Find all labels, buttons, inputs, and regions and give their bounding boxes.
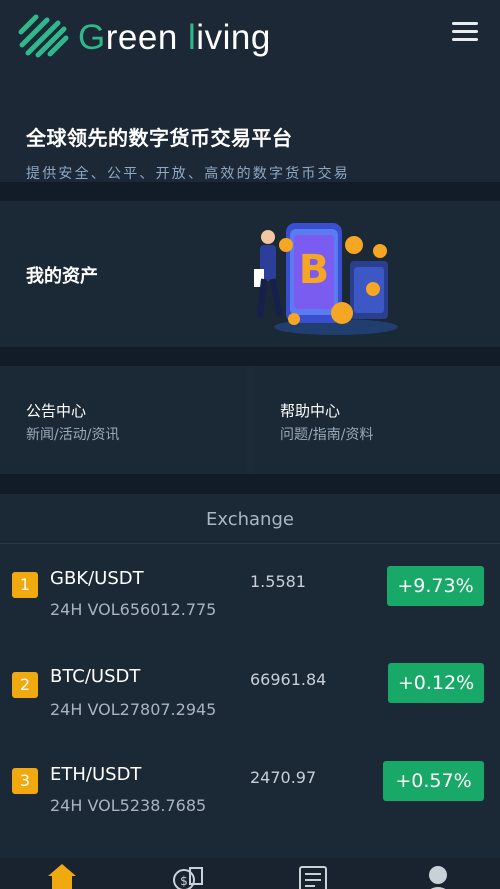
rank-badge: 2 [12, 672, 38, 698]
hamburger-icon[interactable] [452, 22, 478, 44]
home-icon [48, 864, 76, 889]
section-divider [0, 474, 500, 494]
brand-name: Green living [78, 18, 271, 57]
crypto-phone-illustration: B [254, 223, 398, 335]
pair-name: GBK/USDT [50, 568, 144, 589]
exchange-title: Exchange [0, 494, 500, 544]
market-row[interactable]: 2 BTC/USDT 24H VOL27807.2945 66961.84 +0… [0, 654, 500, 744]
hero-title: 全球领先的数字货币交易平台 [26, 126, 293, 150]
tile-subtitle: 问题/指南/资料 [280, 427, 374, 443]
change-badge[interactable]: +0.12% [388, 663, 484, 703]
section-divider [0, 182, 500, 201]
rank-badge: 3 [12, 768, 38, 794]
change-badge[interactable]: +0.57% [383, 761, 484, 801]
volume-24h: 24H VOL27807.2945 [50, 700, 217, 719]
hero-banner: 全球领先的数字货币交易平台 提供安全、公平、开放、高效的数字货币交易 [0, 70, 500, 182]
logo-icon [18, 14, 69, 58]
last-price: 66961.84 [250, 670, 327, 689]
last-price: 2470.97 [250, 768, 317, 787]
last-price: 1.5581 [250, 572, 306, 591]
announcement-center-tile[interactable]: 公告中心 新闻/活动/资讯 [0, 366, 247, 474]
orders-icon [299, 866, 327, 889]
market-row[interactable]: 3 ETH/USDT 24H VOL5238.7685 2470.97 +0.5… [0, 752, 500, 842]
tile-title: 帮助中心 [280, 402, 341, 420]
tile-subtitle: 新闻/活动/资讯 [26, 427, 120, 443]
help-center-tile[interactable]: 帮助中心 问题/指南/资料 [254, 366, 500, 474]
market-row[interactable]: 1 GBK/USDT 24H VOL656012.775 1.5581 +9.7… [0, 556, 500, 646]
pair-name: BTC/USDT [50, 666, 141, 687]
svg-text:$: $ [180, 874, 188, 888]
coin-trade-icon: $ [173, 867, 203, 889]
hero-subtitle: 提供安全、公平、开放、高效的数字货币交易 [26, 166, 350, 182]
rank-badge: 1 [12, 572, 38, 598]
app-header: Green living [0, 0, 500, 70]
assets-title: 我的资产 [26, 266, 98, 287]
bottom-nav: $ [0, 858, 500, 889]
nav-trade[interactable]: $ [136, 858, 236, 889]
volume-24h: 24H VOL656012.775 [50, 600, 217, 619]
tile-title: 公告中心 [26, 402, 87, 420]
user-icon [429, 866, 447, 889]
my-assets-card[interactable]: 我的资产 B [0, 201, 500, 347]
svg-text:B: B [299, 247, 330, 293]
nav-orders[interactable] [263, 858, 363, 889]
section-divider [0, 347, 500, 366]
nav-profile[interactable] [388, 858, 488, 889]
exchange-section: Exchange 1 GBK/USDT 24H VOL656012.775 1.… [0, 494, 500, 889]
nav-home[interactable] [12, 858, 112, 889]
pair-name: ETH/USDT [50, 764, 142, 785]
change-badge[interactable]: +9.73% [387, 566, 484, 606]
volume-24h: 24H VOL5238.7685 [50, 796, 207, 815]
